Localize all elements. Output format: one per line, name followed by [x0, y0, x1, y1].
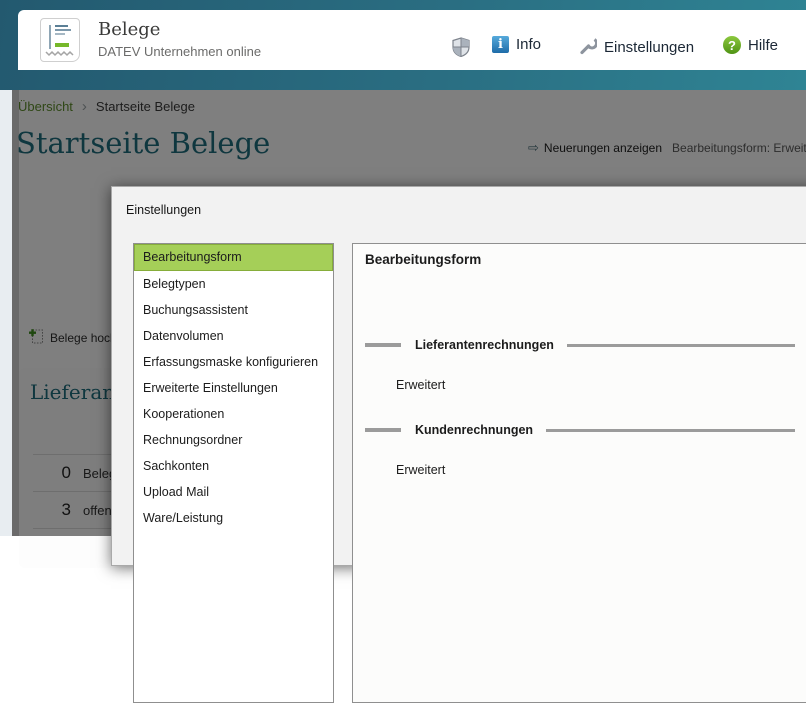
settings-nav-item[interactable]: Bearbeitungsform	[134, 244, 333, 271]
help-menu-item[interactable]: ? Hilfe	[723, 36, 778, 54]
settings-nav-item[interactable]: Rechnungsordner	[134, 427, 333, 453]
app-header: Belege DATEV Unternehmen online i Info E…	[18, 10, 806, 70]
app-title: Belege	[98, 19, 261, 41]
settings-nav-item[interactable]: Erfassungsmaske konfigurieren	[134, 349, 333, 375]
section-divider-left	[365, 343, 401, 347]
settings-nav-item[interactable]: Erweiterte Einstellungen	[134, 375, 333, 401]
settings-dialog-title: Einstellungen	[126, 203, 201, 217]
settings-dialog: Einstellungen BearbeitungsformBelegtypen…	[111, 186, 806, 566]
section-header: Kundenrechnungen	[365, 423, 795, 437]
help-icon: ?	[723, 36, 741, 54]
settings-label: Einstellungen	[604, 39, 694, 56]
section-title: Lieferantenrechnungen	[415, 338, 554, 352]
help-label: Hilfe	[748, 37, 778, 54]
app-subtitle: DATEV Unternehmen online	[98, 43, 261, 61]
settings-nav-item[interactable]: Datenvolumen	[134, 323, 333, 349]
left-scroll-gutter	[0, 90, 12, 536]
settings-nav-list: BearbeitungsformBelegtypenBuchungsassist…	[133, 243, 334, 703]
settings-nav-item[interactable]: Ware/Leistung	[134, 505, 333, 531]
section-divider-right	[567, 344, 795, 347]
settings-nav-item[interactable]: Kooperationen	[134, 401, 333, 427]
section-title: Kundenrechnungen	[415, 423, 533, 437]
section-value: Erweitert	[396, 463, 795, 477]
settings-nav-item[interactable]: Buchungsassistent	[134, 297, 333, 323]
info-icon: i	[492, 36, 509, 53]
info-label: Info	[516, 36, 541, 53]
section-divider-right	[546, 429, 795, 432]
settings-nav-item[interactable]: Sachkonten	[134, 453, 333, 479]
receipt-icon	[41, 19, 79, 61]
section-value: Erweitert	[396, 378, 795, 392]
settings-menu-item[interactable]: Einstellungen	[578, 36, 694, 59]
settings-panel-sections: LieferantenrechnungenErweitertKundenrech…	[365, 338, 795, 508]
wrench-icon	[578, 36, 597, 59]
section-divider-left	[365, 428, 401, 432]
settings-panel: Bearbeitungsform Lieferantenrechnungen Er…	[352, 243, 806, 703]
section-header: Lieferantenrechnungen	[365, 338, 795, 352]
belege-app-logo-icon	[40, 18, 80, 62]
info-menu-item[interactable]: i Info	[492, 36, 541, 53]
header-titles: Belege DATEV Unternehmen online	[98, 19, 261, 61]
settings-nav-item[interactable]: Upload Mail	[134, 479, 333, 505]
settings-panel-heading: Bearbeitungsform	[365, 252, 481, 267]
security-shield-icon[interactable]	[452, 37, 470, 62]
settings-nav-item[interactable]: Belegtypen	[134, 271, 333, 297]
settings-section: Lieferantenrechnungen Erweitert	[365, 338, 795, 392]
settings-section: Kundenrechnungen Erweitert	[365, 423, 795, 477]
